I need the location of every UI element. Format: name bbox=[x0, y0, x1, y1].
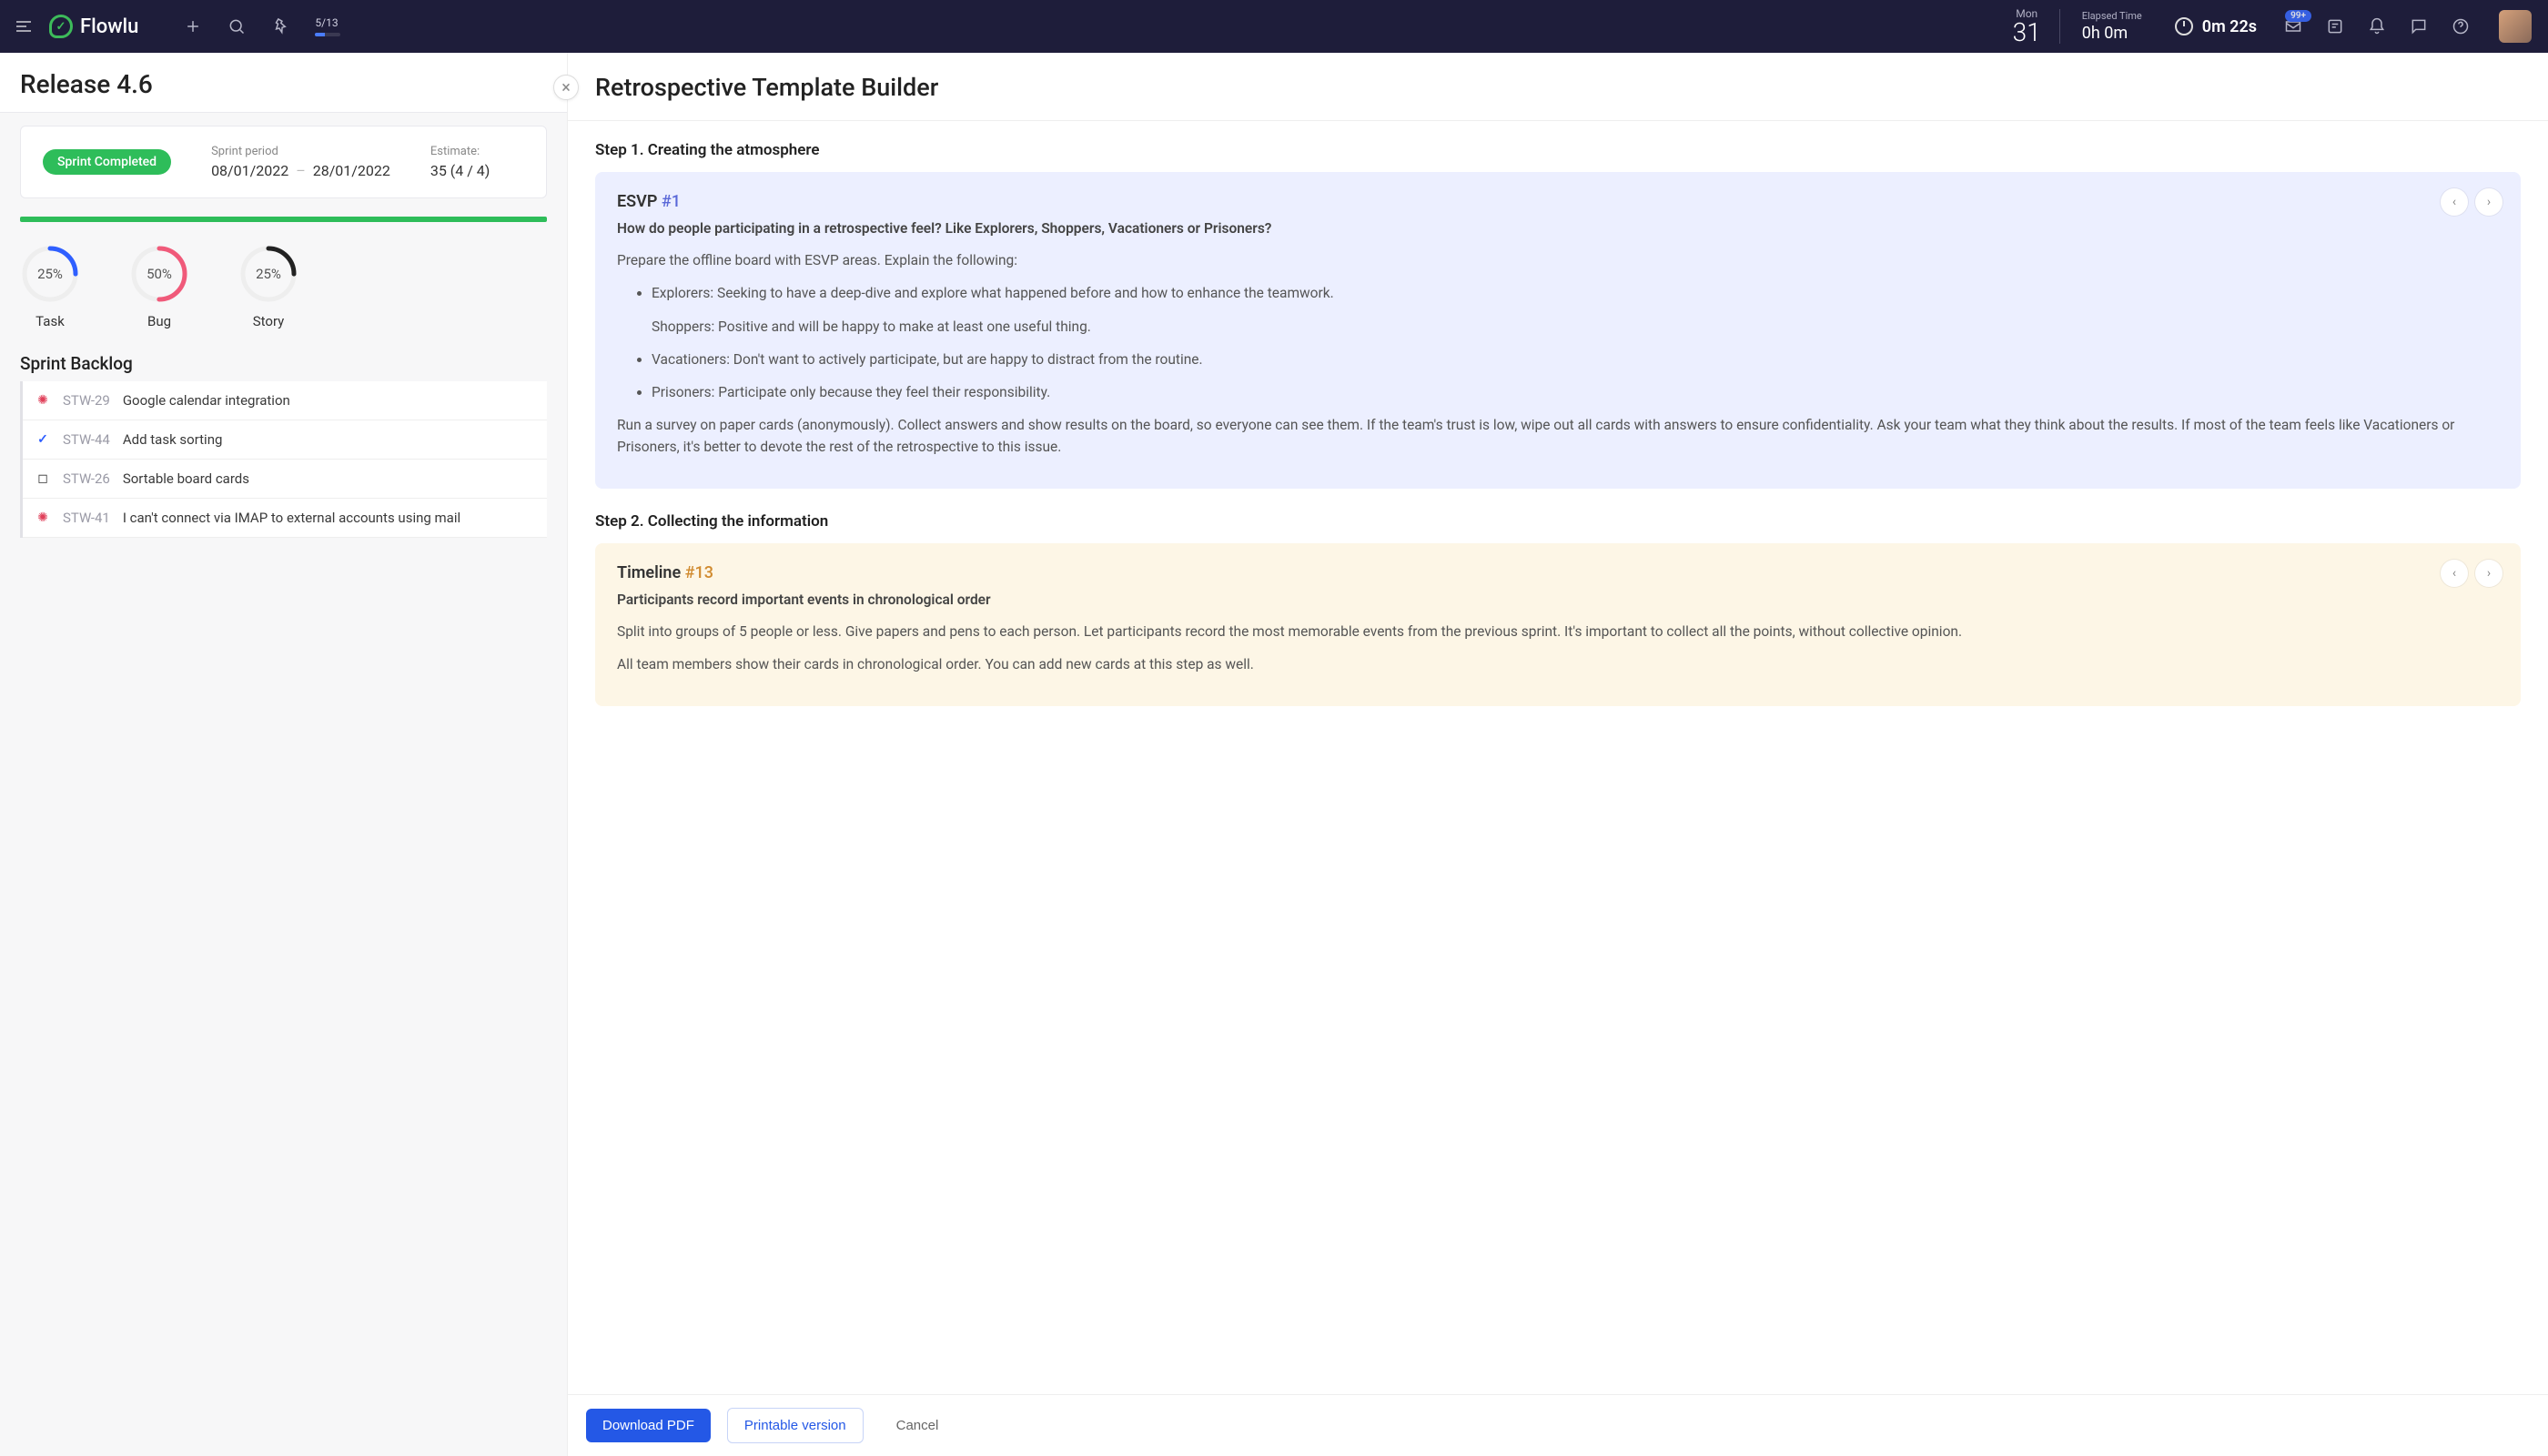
chat-icon[interactable] bbox=[2410, 17, 2428, 35]
panel-title: Retrospective Template Builder bbox=[595, 73, 2521, 102]
onboarding-progress[interactable]: 5/13 bbox=[315, 16, 340, 36]
backlog-title: I can't connect via IMAP to external acc… bbox=[123, 510, 460, 526]
card1-li: Explorers: Seeking to have a deep-dive a… bbox=[652, 282, 2499, 337]
notes-icon[interactable] bbox=[2326, 17, 2344, 35]
divider bbox=[2059, 9, 2060, 44]
progress-label: 5/13 bbox=[315, 16, 340, 29]
card1-li: Vacationers: Don't want to actively part… bbox=[652, 349, 2499, 370]
card2-hash: #13 bbox=[685, 563, 713, 582]
estimate-value: 35 (4 / 4) bbox=[430, 162, 490, 179]
pin-icon[interactable] bbox=[269, 15, 291, 37]
help-icon[interactable] bbox=[2452, 17, 2470, 35]
ring-story: 25% bbox=[238, 244, 298, 304]
close-icon[interactable]: × bbox=[553, 75, 579, 100]
date-day-number: 31 bbox=[2013, 20, 2041, 46]
inbox-badge: 99+ bbox=[2285, 10, 2311, 22]
card1-outro: Run a survey on paper cards (anonymously… bbox=[617, 414, 2499, 458]
menu-icon[interactable] bbox=[16, 21, 31, 32]
card1-subtitle: How do people participating in a retrosp… bbox=[617, 218, 2499, 238]
backlog-id: STW-29 bbox=[63, 392, 110, 409]
printable-version-button[interactable]: Printable version bbox=[727, 1408, 864, 1443]
panel-footer: Download PDF Printable version Cancel bbox=[568, 1394, 2548, 1456]
backlog-id: STW-41 bbox=[63, 510, 110, 526]
prev-template-button[interactable]: ‹ bbox=[2441, 560, 2468, 587]
backlog-id: STW-44 bbox=[63, 431, 110, 448]
card1-intro: Prepare the offline board with ESVP area… bbox=[617, 249, 2499, 271]
ring-label: Story bbox=[253, 313, 285, 329]
elapsed-time: Elapsed Time 0h 0m bbox=[2082, 10, 2142, 43]
ring-label: Task bbox=[35, 313, 65, 329]
timer[interactable]: 0m 22s bbox=[2175, 17, 2257, 36]
period-value: 08/01/2022–28/01/2022 bbox=[211, 162, 390, 179]
backlog-title: Sortable board cards bbox=[123, 470, 249, 487]
bell-icon[interactable] bbox=[2368, 17, 2386, 35]
status-badge: Sprint Completed bbox=[43, 149, 171, 175]
estimate-label: Estimate: bbox=[430, 145, 490, 158]
step2-title: Step 2. Collecting the information bbox=[595, 512, 2521, 531]
esvp-card: ‹ › ESVP #1 How do people participating … bbox=[595, 172, 2521, 489]
step1-title: Step 1. Creating the atmosphere bbox=[595, 141, 2521, 159]
backlog-title: Google calendar integration bbox=[123, 392, 290, 409]
check-icon: ✓ bbox=[35, 432, 50, 447]
bug-icon: ✺ bbox=[35, 511, 50, 525]
elapsed-value: 0h 0m bbox=[2082, 24, 2142, 43]
timer-value: 0m 22s bbox=[2202, 17, 2257, 36]
period-label: Sprint period bbox=[211, 145, 390, 158]
bug-icon: ✺ bbox=[35, 393, 50, 408]
ring-row: 25% Task 50% Bug 25% Story bbox=[0, 222, 567, 339]
card2-name: Timeline bbox=[617, 563, 681, 582]
card2-p2: All team members show their cards in chr… bbox=[617, 653, 2499, 675]
backlog-list: ✺ STW-29 Google calendar integration✓ ST… bbox=[20, 381, 547, 538]
backlog-row[interactable]: ✺ STW-41 I can't connect via IMAP to ext… bbox=[23, 499, 547, 538]
timeline-card: ‹ › Timeline #13 Participants record imp… bbox=[595, 543, 2521, 707]
cancel-button[interactable]: Cancel bbox=[880, 1409, 956, 1442]
backlog-row[interactable]: ◻ STW-26 Sortable board cards bbox=[23, 460, 547, 499]
page-title: Release 4.6 bbox=[20, 69, 547, 99]
next-template-button[interactable]: › bbox=[2475, 560, 2502, 587]
card1-name: ESVP bbox=[617, 192, 657, 211]
bookmark-icon: ◻ bbox=[35, 471, 50, 486]
release-panel: Release 4.6 Sprint Completed Sprint peri… bbox=[0, 53, 567, 1456]
brand-name: Flowlu bbox=[80, 15, 138, 38]
backlog-title: Sprint Backlog bbox=[0, 339, 567, 381]
backlog-id: STW-26 bbox=[63, 470, 110, 487]
card2-subtitle: Participants record important events in … bbox=[617, 590, 2499, 610]
backlog-row[interactable]: ✺ STW-29 Google calendar integration bbox=[23, 381, 547, 420]
backlog-title: Add task sorting bbox=[123, 431, 223, 448]
logo[interactable]: Flowlu bbox=[49, 15, 138, 38]
backlog-row[interactable]: ✓ STW-44 Add task sorting bbox=[23, 420, 547, 460]
ring-pct: 50% bbox=[147, 266, 172, 282]
ring-label: Bug bbox=[147, 313, 171, 329]
stopwatch-icon bbox=[2175, 17, 2193, 35]
card1-li: Prisoners: Participate only because they… bbox=[652, 381, 2499, 403]
card1-hash: #1 bbox=[662, 192, 681, 211]
logo-mark-icon bbox=[49, 15, 73, 38]
prev-template-button[interactable]: ‹ bbox=[2441, 188, 2468, 216]
template-builder-panel: × Retrospective Template Builder Step 1.… bbox=[567, 53, 2548, 1456]
inbox-icon[interactable]: 99+ bbox=[2284, 17, 2302, 35]
next-template-button[interactable]: › bbox=[2475, 188, 2502, 216]
plus-icon[interactable] bbox=[184, 17, 202, 35]
ring-task: 25% bbox=[20, 244, 80, 304]
elapsed-label: Elapsed Time bbox=[2082, 10, 2142, 22]
ring-bug: 50% bbox=[129, 244, 189, 304]
avatar[interactable] bbox=[2499, 10, 2532, 43]
search-icon[interactable] bbox=[228, 17, 246, 35]
ring-pct: 25% bbox=[256, 266, 281, 282]
topbar: Flowlu 5/13 Mon 31 Elapsed Time 0h 0m 0m… bbox=[0, 0, 2548, 53]
download-pdf-button[interactable]: Download PDF bbox=[586, 1409, 711, 1442]
date-display: Mon 31 bbox=[2013, 7, 2041, 46]
ring-pct: 25% bbox=[37, 266, 63, 282]
card2-p1: Split into groups of 5 people or less. G… bbox=[617, 621, 2499, 642]
